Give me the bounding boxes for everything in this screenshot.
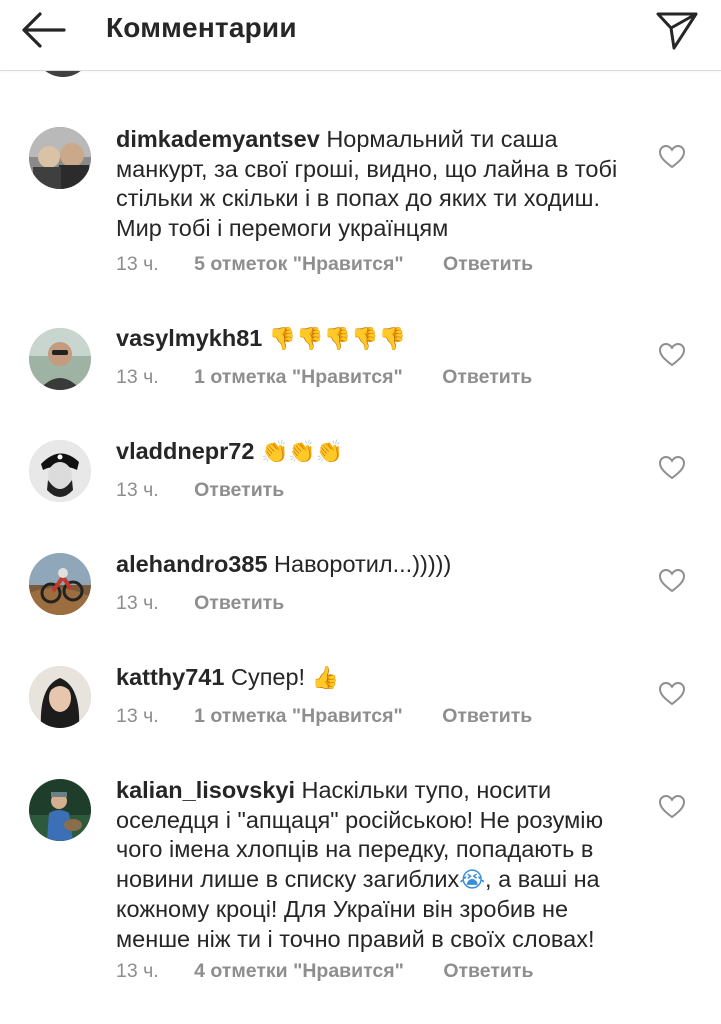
clapping-hands-emoji: 👏👏👏 [260, 440, 344, 465]
heart-icon [658, 455, 686, 480]
like-button[interactable] [658, 455, 686, 481]
heart-icon [658, 794, 686, 819]
reply-button[interactable]: Ответить [443, 253, 533, 276]
reply-button[interactable]: Ответить [443, 960, 533, 983]
heart-icon [658, 568, 686, 593]
comment-body: Супер! [230, 664, 306, 690]
comment-time: 13 ч. [116, 705, 159, 727]
comment-text: katthy741 Супер! 👍 [116, 663, 646, 694]
heart-icon [658, 342, 686, 367]
partial-previous-comment [0, 71, 721, 79]
comment-time: 13 ч. [116, 479, 159, 501]
like-button[interactable] [658, 794, 686, 820]
like-button[interactable] [658, 568, 686, 594]
crying-face-emoji: 😭 [459, 867, 486, 893]
comment-meta: 13 ч. Ответить [116, 592, 284, 615]
reply-button[interactable]: Ответить [194, 479, 284, 502]
avatar[interactable] [29, 779, 91, 841]
like-button[interactable] [658, 342, 686, 368]
back-button[interactable] [14, 10, 70, 50]
comment-username[interactable]: katthy741 [116, 664, 224, 690]
avatar[interactable] [29, 127, 91, 189]
arrow-left-icon [22, 12, 66, 48]
comment-meta: 13 ч. 5 отметок "Нравится" Ответить [116, 253, 533, 276]
thumbs-up-emoji: 👍 [311, 666, 340, 691]
avatar[interactable] [29, 666, 91, 728]
comment-time: 13 ч. [116, 960, 159, 982]
thumbs-down-emoji: 👎👎👎👎👎 [268, 327, 406, 352]
avatar[interactable] [29, 440, 91, 502]
comment-text: vladdnepr72 👏👏👏 [116, 437, 646, 468]
comment-meta: 13 ч. 1 отметка "Нравится" Ответить [116, 705, 532, 728]
avatar [34, 71, 92, 77]
comment-likes[interactable]: 1 отметка "Нравится" [194, 366, 403, 389]
avatar[interactable] [29, 553, 91, 615]
paper-plane-icon [656, 12, 698, 50]
comment-username[interactable]: kalian_lisovskyi [116, 777, 295, 803]
comment-time: 13 ч. [116, 366, 159, 388]
comment-username[interactable]: dimkademyantsev [116, 126, 320, 152]
comment-likes[interactable]: 5 отметок "Нравится" [194, 253, 403, 276]
comment-meta: 13 ч. 4 отметки "Нравится" Ответить [116, 960, 533, 983]
comment-meta: 13 ч. Ответить [116, 479, 284, 502]
comment-meta: 13 ч. 1 отметка "Нравится" Ответить [116, 366, 532, 389]
share-button[interactable] [652, 6, 702, 52]
comment-username[interactable]: alehandro385 [116, 551, 268, 577]
comment-username[interactable]: vasylmykh81 [116, 325, 262, 351]
comment-time: 13 ч. [116, 592, 159, 614]
comment-text: kalian_lisovskyi Наскільки тупо, носити … [116, 776, 646, 954]
heart-icon [658, 144, 686, 169]
heart-icon [658, 681, 686, 706]
top-bar: Комментарии [0, 0, 721, 71]
comment-likes[interactable]: 1 отметка "Нравится" [194, 705, 403, 728]
page-title: Комментарии [106, 12, 297, 43]
avatar[interactable] [29, 328, 91, 390]
reply-button[interactable]: Ответить [442, 705, 532, 728]
comment-username[interactable]: vladdnepr72 [116, 438, 254, 464]
reply-button[interactable]: Ответить [194, 592, 284, 615]
comment-likes[interactable]: 4 отметки "Нравится" [194, 960, 404, 983]
comment-text: vasylmykh81 👎👎👎👎👎 [116, 324, 646, 355]
like-button[interactable] [658, 144, 686, 170]
comment-text: dimkademyantsev Нормальний ти саша манку… [116, 125, 646, 243]
reply-button[interactable]: Ответить [442, 366, 532, 389]
comment-body: Наворотил...))))) [274, 551, 452, 577]
like-button[interactable] [658, 681, 686, 707]
comment-text: alehandro385 Наворотил...))))) [116, 550, 646, 580]
comment-time: 13 ч. [116, 253, 159, 275]
